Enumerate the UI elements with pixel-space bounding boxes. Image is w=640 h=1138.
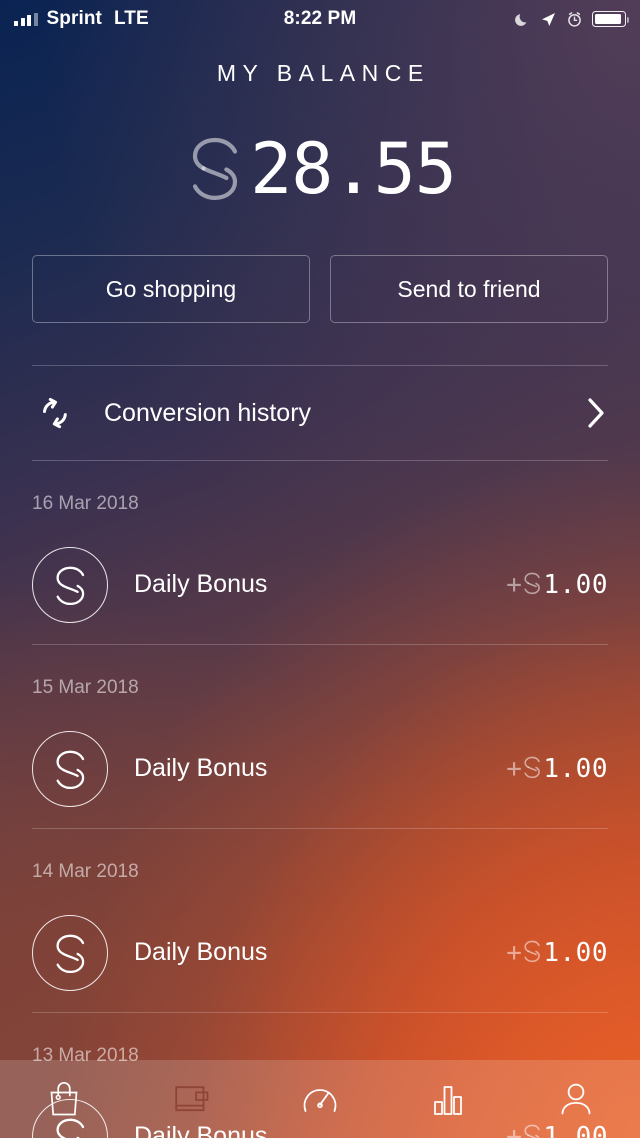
tab-stats[interactable] <box>384 1060 512 1138</box>
app-screen: Sprint LTE 8:22 PM MY BALANCE 28.55 Go s… <box>0 0 640 1138</box>
tab-profile[interactable] <box>512 1060 640 1138</box>
table-row[interactable]: Daily Bonus + 1.00 <box>32 709 608 829</box>
transaction-amount: + 1.00 <box>506 754 608 784</box>
amount-value: 1.00 <box>543 569 608 600</box>
sphere-logo-icon <box>32 914 108 991</box>
clock-label: 8:22 PM <box>283 8 357 29</box>
table-row[interactable]: Daily Bonus + 1.00 <box>32 893 608 1013</box>
currency-symbol-icon <box>523 940 542 965</box>
table-row[interactable]: Daily Bonus + 1.00 <box>32 525 608 645</box>
go-shopping-button[interactable]: Go shopping <box>32 255 310 323</box>
transaction-date: 14 Mar 2018 <box>32 861 139 882</box>
currency-symbol-icon <box>184 134 246 204</box>
transaction-amount: + 1.00 <box>506 938 608 968</box>
currency-symbol-icon <box>523 572 542 597</box>
network-type-label: LTE <box>114 8 149 29</box>
amount-value: 1.00 <box>543 753 608 784</box>
alarm-clock-icon <box>566 11 583 28</box>
transaction-name: Daily Bonus <box>134 938 268 966</box>
transaction-amount: + 1.00 <box>506 570 608 600</box>
person-icon <box>559 1081 593 1117</box>
bar-chart-icon <box>431 1082 465 1116</box>
balance-display: 28.55 <box>0 125 640 213</box>
moon-icon <box>514 11 531 28</box>
action-buttons: Go shopping Send to friend <box>0 255 640 323</box>
amount-sign: + <box>506 569 523 600</box>
speedometer-icon <box>300 1080 340 1118</box>
signal-bars-icon <box>14 12 38 26</box>
transaction-name: Daily Bonus <box>134 570 268 598</box>
sphere-logo-icon <box>32 546 108 623</box>
sphere-logo-icon <box>32 730 108 807</box>
conversion-history-row[interactable]: Conversion history <box>32 366 608 460</box>
amount-sign: + <box>506 937 523 968</box>
battery-icon <box>592 11 630 27</box>
status-bar-left: Sprint LTE <box>14 8 149 30</box>
conversion-history-label: Conversion history <box>104 398 312 427</box>
tab-shop[interactable] <box>0 1060 128 1138</box>
status-bar-right <box>514 11 630 28</box>
tab-wallet[interactable] <box>128 1060 256 1138</box>
amount-sign: + <box>506 753 523 784</box>
tab-bar <box>0 1060 640 1138</box>
shopping-bag-icon <box>47 1080 81 1118</box>
wallet-icon <box>173 1083 211 1115</box>
tab-activity[interactable] <box>256 1060 384 1138</box>
transaction-list: 16 Mar 2018 Daily Bonus + 1.00 15 Mar 20… <box>0 461 640 1138</box>
transaction-date: 15 Mar 2018 <box>32 677 139 698</box>
send-to-friend-button[interactable]: Send to friend <box>330 255 608 323</box>
carrier-label: Sprint <box>46 8 102 29</box>
transaction-name: Daily Bonus <box>134 754 268 782</box>
status-bar: Sprint LTE 8:22 PM <box>0 0 640 38</box>
chevron-right-icon[interactable] <box>584 395 608 431</box>
amount-value: 1.00 <box>543 937 608 968</box>
page-title: MY BALANCE <box>216 60 430 86</box>
location-arrow-icon <box>540 11 557 28</box>
balance-amount: 28.55 <box>250 128 457 210</box>
transaction-date: 16 Mar 2018 <box>32 493 139 514</box>
sync-arrows-icon <box>32 390 78 436</box>
currency-symbol-icon <box>523 756 542 781</box>
